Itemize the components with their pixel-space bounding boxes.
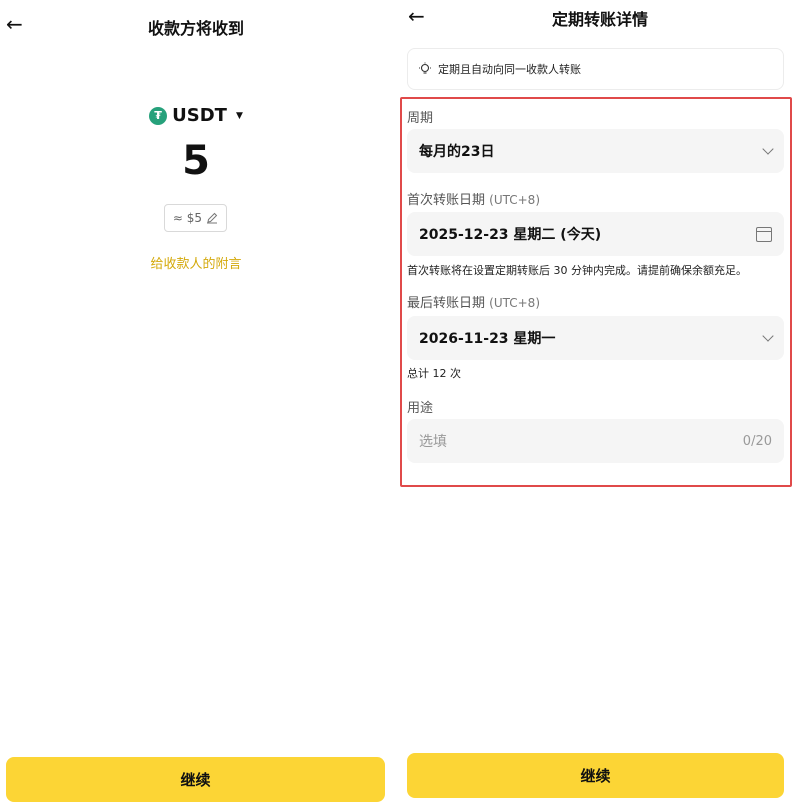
tether-icon: ₮ <box>149 106 168 125</box>
first-date-label: 首次转账日期 (UTC+8) <box>407 193 540 208</box>
page-title: 定期转账详情 <box>551 10 648 29</box>
fiat-value-chip[interactable]: ≈ $5 <box>164 204 227 232</box>
period-label: 周期 <box>407 111 434 126</box>
first-date-picker[interactable]: 2025-12-23 星期二 (今天) <box>407 212 784 256</box>
token-name: USDT <box>172 105 227 126</box>
period-value: 每月的23日 <box>419 144 495 160</box>
left-screen: ← 收款方将收到 ₮ USDT ▼ 5 ≈ $5 给收款人的附言 继续 <box>0 0 392 808</box>
info-banner: 定期且自动向同一收款人转账 <box>407 48 784 90</box>
calendar-icon <box>756 226 772 242</box>
char-counter: 0/20 <box>742 433 772 449</box>
continue-button[interactable]: 继续 <box>6 757 385 802</box>
last-date-select[interactable]: 2026-11-23 星期一 <box>407 316 784 360</box>
fiat-value: ≈ $5 <box>172 211 203 225</box>
purpose-placeholder: 选填 <box>419 434 447 450</box>
purpose-label: 用途 <box>407 401 434 416</box>
last-date-value: 2026-11-23 星期一 <box>419 331 556 347</box>
add-note-link[interactable]: 给收款人的附言 <box>0 253 392 272</box>
amount-display[interactable]: 5 <box>0 138 392 184</box>
last-date-label: 最后转账日期 (UTC+8) <box>407 296 540 311</box>
total-count: 总计 12 次 <box>407 367 461 380</box>
chevron-down-icon <box>762 143 774 155</box>
period-select[interactable]: 每月的23日 <box>407 129 784 173</box>
right-screen: ← 定期转账详情 定期且自动向同一收款人转账 周期 每月的23日 首次转账日期 … <box>400 0 800 808</box>
caret-down-icon: ▼ <box>235 110 243 121</box>
purpose-input[interactable]: 选填 0/20 <box>407 419 784 463</box>
page-title: 收款方将收到 <box>147 19 244 38</box>
pencil-icon <box>207 212 218 224</box>
first-date-hint: 首次转账将在设置定期转账后 30 分钟内完成。请提前确保余额充足。 <box>407 264 747 277</box>
token-selector[interactable]: ₮ USDT ▼ <box>0 105 392 126</box>
first-date-value: 2025-12-23 星期二 (今天) <box>419 227 602 243</box>
continue-button[interactable]: 继续 <box>407 753 784 798</box>
info-banner-text: 定期且自动向同一收款人转账 <box>438 63 581 76</box>
chevron-down-icon <box>762 330 774 342</box>
lightbulb-icon <box>419 62 431 74</box>
